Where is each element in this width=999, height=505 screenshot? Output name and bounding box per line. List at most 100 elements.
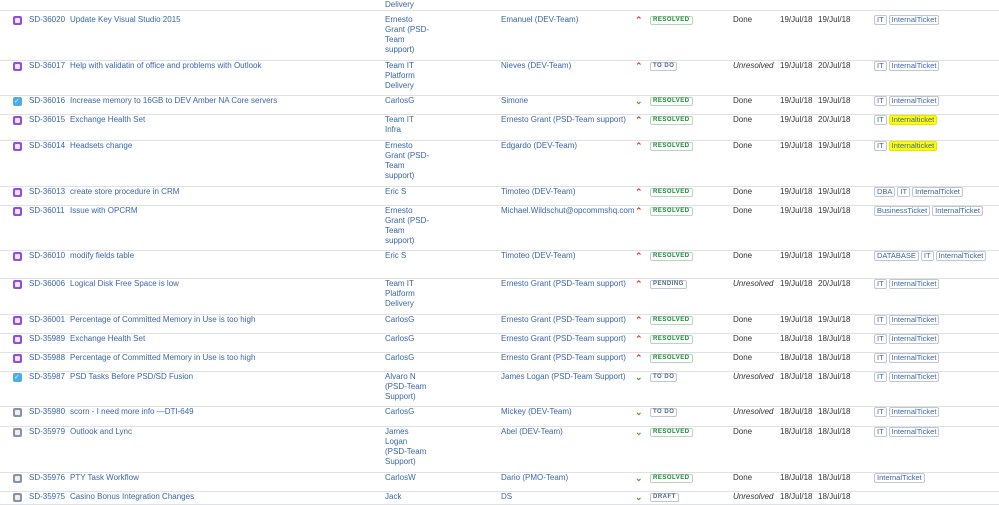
label-tag[interactable]: InternalTicket — [888, 407, 940, 417]
assignee[interactable]: CarlosG — [385, 353, 495, 363]
reporter[interactable]: Timoteo (DEV-Team) — [501, 187, 633, 197]
issue-summary-link[interactable]: modify fields table — [70, 251, 375, 261]
issue-key-link[interactable]: SD-36001 — [29, 315, 65, 325]
issue-key-link[interactable]: SD-35989 — [29, 334, 65, 344]
label-tag[interactable]: InternalTicket — [888, 279, 940, 289]
issue-summary-link[interactable]: Casino Bonus Integration Changes — [70, 492, 375, 502]
issue-key-link[interactable]: SD-36011 — [29, 206, 64, 216]
issue-summary-link[interactable]: Percentage of Committed Memory in Use is… — [70, 315, 375, 325]
label-tag[interactable]: InternalTicket — [888, 315, 940, 325]
issue-summary-link[interactable]: Update Key Visual Studio 2015 — [70, 15, 375, 25]
assignee[interactable]: Eric S — [385, 251, 495, 261]
reporter[interactable]: Timoteo (DEV-Team) — [501, 251, 633, 261]
issue-summary-link[interactable]: Issue with OPCRM — [70, 206, 375, 216]
issue-key-link[interactable]: SD-35980 — [29, 407, 65, 417]
issue-summary-link[interactable]: Outlook and Lync — [70, 427, 375, 437]
issue-key-link[interactable]: SD-36015 — [29, 115, 65, 125]
label-tag[interactable]: InternalTicket — [888, 334, 940, 344]
label-tag[interactable]: IT — [874, 353, 887, 363]
label-tag[interactable]: InternalTicket — [935, 251, 987, 261]
reporter[interactable]: Dario (PMO-Team) — [501, 473, 633, 483]
assignee[interactable]: Ernesto Grant (PSD- Team support) — [385, 206, 495, 246]
label-tag[interactable]: IT — [874, 334, 887, 344]
label-tag[interactable]: IT — [874, 427, 887, 437]
label-tag[interactable]: InternalTicket — [888, 372, 940, 382]
assignee[interactable]: CarlosW — [385, 473, 495, 483]
issue-key-link[interactable]: SD-36010 — [29, 251, 65, 261]
issue-key-link[interactable]: SD-36017 — [29, 61, 65, 71]
reporter[interactable]: Abel (DEV-Team) — [501, 427, 633, 437]
reporter[interactable]: Ernesto Grant (PSD-Team support) — [501, 279, 633, 289]
reporter[interactable]: Ernesto Grant (PSD-Team support) — [501, 115, 633, 125]
label-tag[interactable]: IT — [874, 61, 887, 71]
label-tag[interactable]: InternalTicket — [888, 61, 940, 71]
label-tag[interactable]: Internalticket — [888, 141, 938, 151]
label-tag[interactable]: InternalTicket — [874, 473, 925, 483]
issue-key-link[interactable]: SD-36014 — [29, 141, 65, 151]
issue-key-link[interactable]: SD-36016 — [29, 96, 65, 106]
issue-summary-link[interactable]: create store procedure in CRM — [70, 187, 375, 197]
reporter[interactable]: Mickey (DEV-Team) — [501, 407, 633, 417]
label-tag[interactable]: IT — [874, 372, 887, 382]
reporter[interactable]: Nieves (DEV-Team) — [501, 61, 633, 71]
assignee[interactable]: CarlosG — [385, 315, 495, 325]
label-tag[interactable]: BusinessTicket — [874, 206, 931, 216]
reporter[interactable]: Ernesto Grant (PSD-Team support) — [501, 334, 633, 344]
label-tag[interactable]: IT — [874, 315, 887, 325]
issue-summary-link[interactable]: Logical Disk Free Space is low — [70, 279, 375, 289]
reporter[interactable]: Edgardo (DEV-Team) — [501, 141, 633, 151]
assignee[interactable]: Ernesto Grant (PSD- Team support) — [385, 15, 495, 55]
label-tag[interactable]: IT — [920, 251, 934, 261]
reporter[interactable]: James Logan (PSD-Team Support) — [501, 372, 633, 382]
issue-summary-link[interactable]: PTY Task Workflow — [70, 473, 375, 483]
assignee[interactable]: Eric S — [385, 187, 495, 197]
issue-key-link[interactable]: SD-35975 — [29, 492, 65, 502]
issue-summary-link[interactable]: Headsets change — [70, 141, 375, 151]
reporter[interactable]: Ernesto Grant (PSD-Team support) — [501, 353, 633, 363]
issue-key-link[interactable]: SD-35988 — [29, 353, 65, 363]
assignee[interactable]: CarlosG — [385, 407, 495, 417]
reporter[interactable]: DS — [501, 492, 633, 502]
label-tag[interactable]: IT — [874, 407, 887, 417]
assignee[interactable]: CarlosG — [385, 96, 495, 106]
issue-summary-link[interactable]: PSD Tasks Before PSD/SD Fusion — [70, 372, 375, 382]
label-tag[interactable]: Internalticket — [888, 115, 938, 125]
assignee[interactable]: James Logan (PSD-Team Support) — [385, 427, 495, 467]
label-tag[interactable]: InternalTicket — [912, 187, 963, 197]
reporter[interactable]: Simone — [501, 96, 633, 106]
issue-summary-link[interactable]: scorn - I need more info —DTI-649 — [70, 407, 375, 417]
issue-key-link[interactable]: SD-35987 — [29, 372, 65, 382]
issue-summary-link[interactable]: Exchange Health Set — [70, 334, 375, 344]
assignee[interactable]: CarlosG — [385, 334, 495, 344]
issue-summary-link[interactable]: Increase memory to 16GB to DEV Amber NA … — [70, 96, 375, 106]
issue-summary-link[interactable]: Exchange Health Set — [70, 115, 375, 125]
assignee[interactable]: Alvaro N (PSD-Team Support) — [385, 372, 495, 402]
label-tag[interactable]: IT — [897, 187, 911, 197]
issue-summary-link[interactable]: Percentage of Committed Memory in Use is… — [70, 353, 375, 363]
issue-key-link[interactable]: SD-36006 — [29, 279, 65, 289]
label-tag[interactable]: IT — [874, 96, 887, 106]
label-tag[interactable]: InternalTicket — [888, 15, 940, 25]
label-tag[interactable]: DBA — [874, 187, 896, 197]
label-tag[interactable]: IT — [874, 141, 887, 151]
label-tag[interactable]: InternalTicket — [932, 206, 983, 216]
label-tag[interactable]: DATABASE — [874, 251, 919, 261]
label-tag[interactable]: IT — [874, 15, 887, 25]
issue-summary-link[interactable]: Help with validatin of office and proble… — [70, 61, 375, 71]
assignee[interactable]: Delivery — [385, 0, 495, 10]
assignee[interactable]: Ernesto Grant (PSD- Team support) — [385, 141, 495, 181]
reporter[interactable]: Emanuel (DEV-Team) — [501, 15, 633, 25]
reporter[interactable]: Michael.Wildschut@opcommshq.com — [501, 206, 635, 216]
assignee[interactable]: Jack — [385, 492, 495, 502]
label-tag[interactable]: IT — [874, 115, 887, 125]
assignee[interactable]: Team IT Platform Delivery — [385, 279, 495, 309]
label-tag[interactable]: IT — [874, 279, 887, 289]
assignee[interactable]: Team IT Infra — [385, 115, 495, 135]
issue-key-link[interactable]: SD-35979 — [29, 427, 65, 437]
reporter[interactable]: Ernesto Grant (PSD-Team support) — [501, 315, 633, 325]
assignee[interactable]: Team IT Platform Delivery — [385, 61, 495, 91]
label-tag[interactable]: InternalTicket — [888, 353, 940, 363]
issue-key-link[interactable]: SD-36020 — [29, 15, 65, 25]
issue-key-link[interactable]: SD-35976 — [29, 473, 65, 483]
label-tag[interactable]: InternalTicket — [888, 427, 940, 437]
